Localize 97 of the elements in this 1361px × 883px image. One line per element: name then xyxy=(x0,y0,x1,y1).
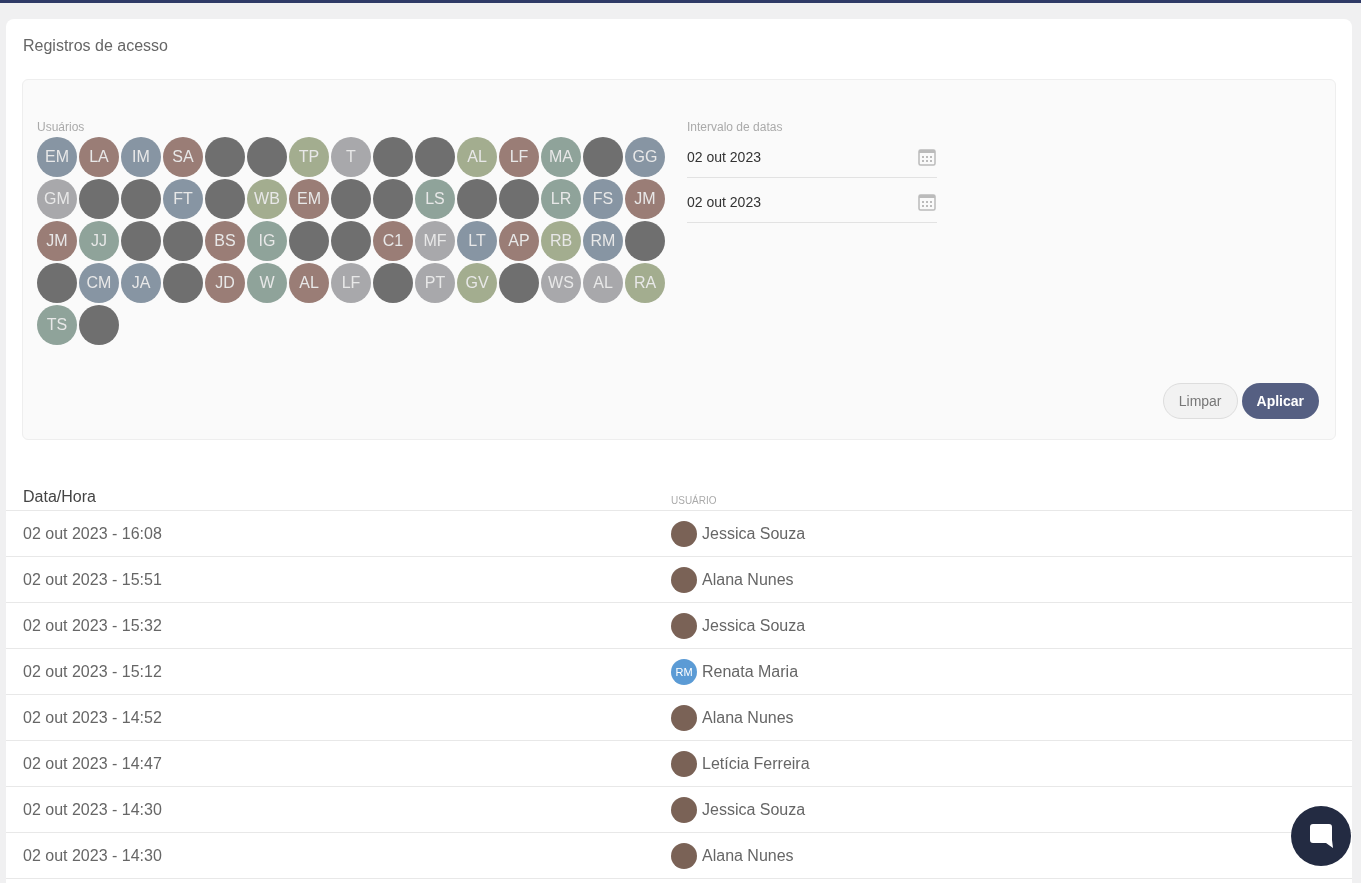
photo-placeholder[interactable] xyxy=(79,305,119,345)
photo-placeholder xyxy=(671,750,697,777)
photo-placeholder[interactable] xyxy=(163,221,203,261)
user-avatar[interactable]: SA xyxy=(163,137,203,177)
user-avatar[interactable]: CM xyxy=(79,263,119,303)
column-header: Data/Hora xyxy=(22,488,97,506)
user-avatar[interactable]: EM xyxy=(289,179,329,219)
user-avatar[interactable]: PT xyxy=(415,263,455,303)
user-avatar[interactable]: T xyxy=(331,137,371,177)
table-cell-text: 02 out 2023 - 14:52 xyxy=(22,708,163,727)
user-avatar[interactable]: LR xyxy=(541,179,581,219)
user-avatar[interactable]: LS xyxy=(415,179,455,219)
user-avatar[interactable]: WS xyxy=(541,263,581,303)
user-avatar[interactable]: FT xyxy=(163,179,203,219)
table-cell-text: 02 out 2023 - 14:47 xyxy=(22,754,163,773)
table-cell-text: 02 out 2023 - 14:30 xyxy=(22,846,163,865)
user-name: Letícia Ferreira xyxy=(702,754,810,773)
user-avatar[interactable]: AL xyxy=(457,137,497,177)
photo-placeholder xyxy=(671,566,697,593)
photo-placeholder[interactable] xyxy=(499,179,539,219)
user-name: Jessica Souza xyxy=(702,616,806,635)
table-cell-text: 02 out 2023 - 14:30 xyxy=(22,800,163,819)
table-cell-text: 02 out 2023 - 16:08 xyxy=(22,524,163,543)
user-avatar[interactable]: EM xyxy=(37,137,77,177)
table-cell-text: 02 out 2023 - 15:12 xyxy=(22,662,163,681)
photo-placeholder[interactable] xyxy=(415,137,455,177)
user-avatar[interactable]: TP xyxy=(289,137,329,177)
user-avatar[interactable]: BS xyxy=(205,221,245,261)
photo-placeholder[interactable] xyxy=(457,179,497,219)
photo-placeholder[interactable] xyxy=(79,179,119,219)
user-avatar: RM xyxy=(671,658,697,685)
user-avatar[interactable]: JA xyxy=(121,263,161,303)
photo-placeholder[interactable] xyxy=(37,263,77,303)
photo-placeholder[interactable] xyxy=(247,137,287,177)
user-avatar[interactable]: JM xyxy=(625,179,665,219)
clear-button[interactable]: Limpar xyxy=(1162,383,1238,419)
photo-placeholder[interactable] xyxy=(289,221,329,261)
photo-placeholder[interactable] xyxy=(205,179,245,219)
user-avatar[interactable]: JD xyxy=(205,263,245,303)
apply-button[interactable]: Aplicar xyxy=(1241,383,1319,419)
user-avatar[interactable]: JM xyxy=(37,221,77,261)
photo-placeholder[interactable] xyxy=(121,221,161,261)
photo-placeholder xyxy=(671,520,697,547)
user-avatar[interactable]: LA xyxy=(79,137,119,177)
photo-placeholder[interactable] xyxy=(121,179,161,219)
user-name: Jessica Souza xyxy=(702,524,806,543)
user-avatar[interactable]: LF xyxy=(499,137,539,177)
user-avatar[interactable]: GV xyxy=(457,263,497,303)
user-name: Renata Maria xyxy=(702,662,799,681)
user-avatar[interactable]: AP xyxy=(499,221,539,261)
calendar-icon xyxy=(917,147,937,167)
user-avatar[interactable]: RM xyxy=(583,221,623,261)
user-name: Alana Nunes xyxy=(702,846,794,865)
user-name: Alana Nunes xyxy=(702,570,794,589)
table-cell-text: 02 out 2023 - 15:32 xyxy=(22,616,163,635)
photo-placeholder[interactable] xyxy=(331,179,371,219)
user-name: Alana Nunes xyxy=(702,708,794,727)
user-avatar[interactable]: AL xyxy=(583,263,623,303)
photo-placeholder[interactable] xyxy=(331,221,371,261)
photo-placeholder xyxy=(671,612,697,639)
user-avatar[interactable]: RA xyxy=(625,263,665,303)
user-avatar[interactable]: MF xyxy=(415,221,455,261)
photo-placeholder[interactable] xyxy=(373,137,413,177)
user-avatar[interactable]: IG xyxy=(247,221,287,261)
user-avatar[interactable]: LT xyxy=(457,221,497,261)
column-header: USUÁRIO xyxy=(671,495,717,506)
date-field[interactable]: 02 out 2023 xyxy=(687,182,937,223)
user-avatar[interactable]: GM xyxy=(37,179,77,219)
photo-placeholder[interactable] xyxy=(163,263,203,303)
user-name: Jessica Souza xyxy=(702,800,806,819)
user-avatar[interactable]: MA xyxy=(541,137,581,177)
photo-placeholder[interactable] xyxy=(583,137,623,177)
table-cell-text: 02 out 2023 - 15:51 xyxy=(22,570,163,589)
user-avatar[interactable]: IM xyxy=(121,137,161,177)
user-avatar[interactable]: W xyxy=(247,263,287,303)
photo-placeholder xyxy=(671,796,697,823)
user-avatar[interactable]: C1 xyxy=(373,221,413,261)
calendar-icon xyxy=(917,192,937,212)
photo-placeholder xyxy=(671,704,697,731)
user-avatar[interactable]: LF xyxy=(331,263,371,303)
page-title: Registros de acesso xyxy=(23,37,169,55)
photo-placeholder xyxy=(671,842,697,869)
user-avatar[interactable]: FS xyxy=(583,179,623,219)
users-label: Usuários xyxy=(37,120,86,134)
user-avatar[interactable]: JJ xyxy=(79,221,119,261)
date-field[interactable]: 02 out 2023 xyxy=(687,137,937,178)
user-avatar[interactable]: WB xyxy=(247,179,287,219)
photo-placeholder[interactable] xyxy=(373,263,413,303)
date-range-label: Intervalo de datas xyxy=(687,120,784,134)
user-avatar[interactable]: AL xyxy=(289,263,329,303)
user-avatar[interactable]: TS xyxy=(37,305,77,345)
photo-placeholder[interactable] xyxy=(373,179,413,219)
photo-placeholder[interactable] xyxy=(499,263,539,303)
user-avatar[interactable]: RB xyxy=(541,221,581,261)
photo-placeholder[interactable] xyxy=(625,221,665,261)
user-avatar[interactable]: GG xyxy=(625,137,665,177)
photo-placeholder[interactable] xyxy=(205,137,245,177)
